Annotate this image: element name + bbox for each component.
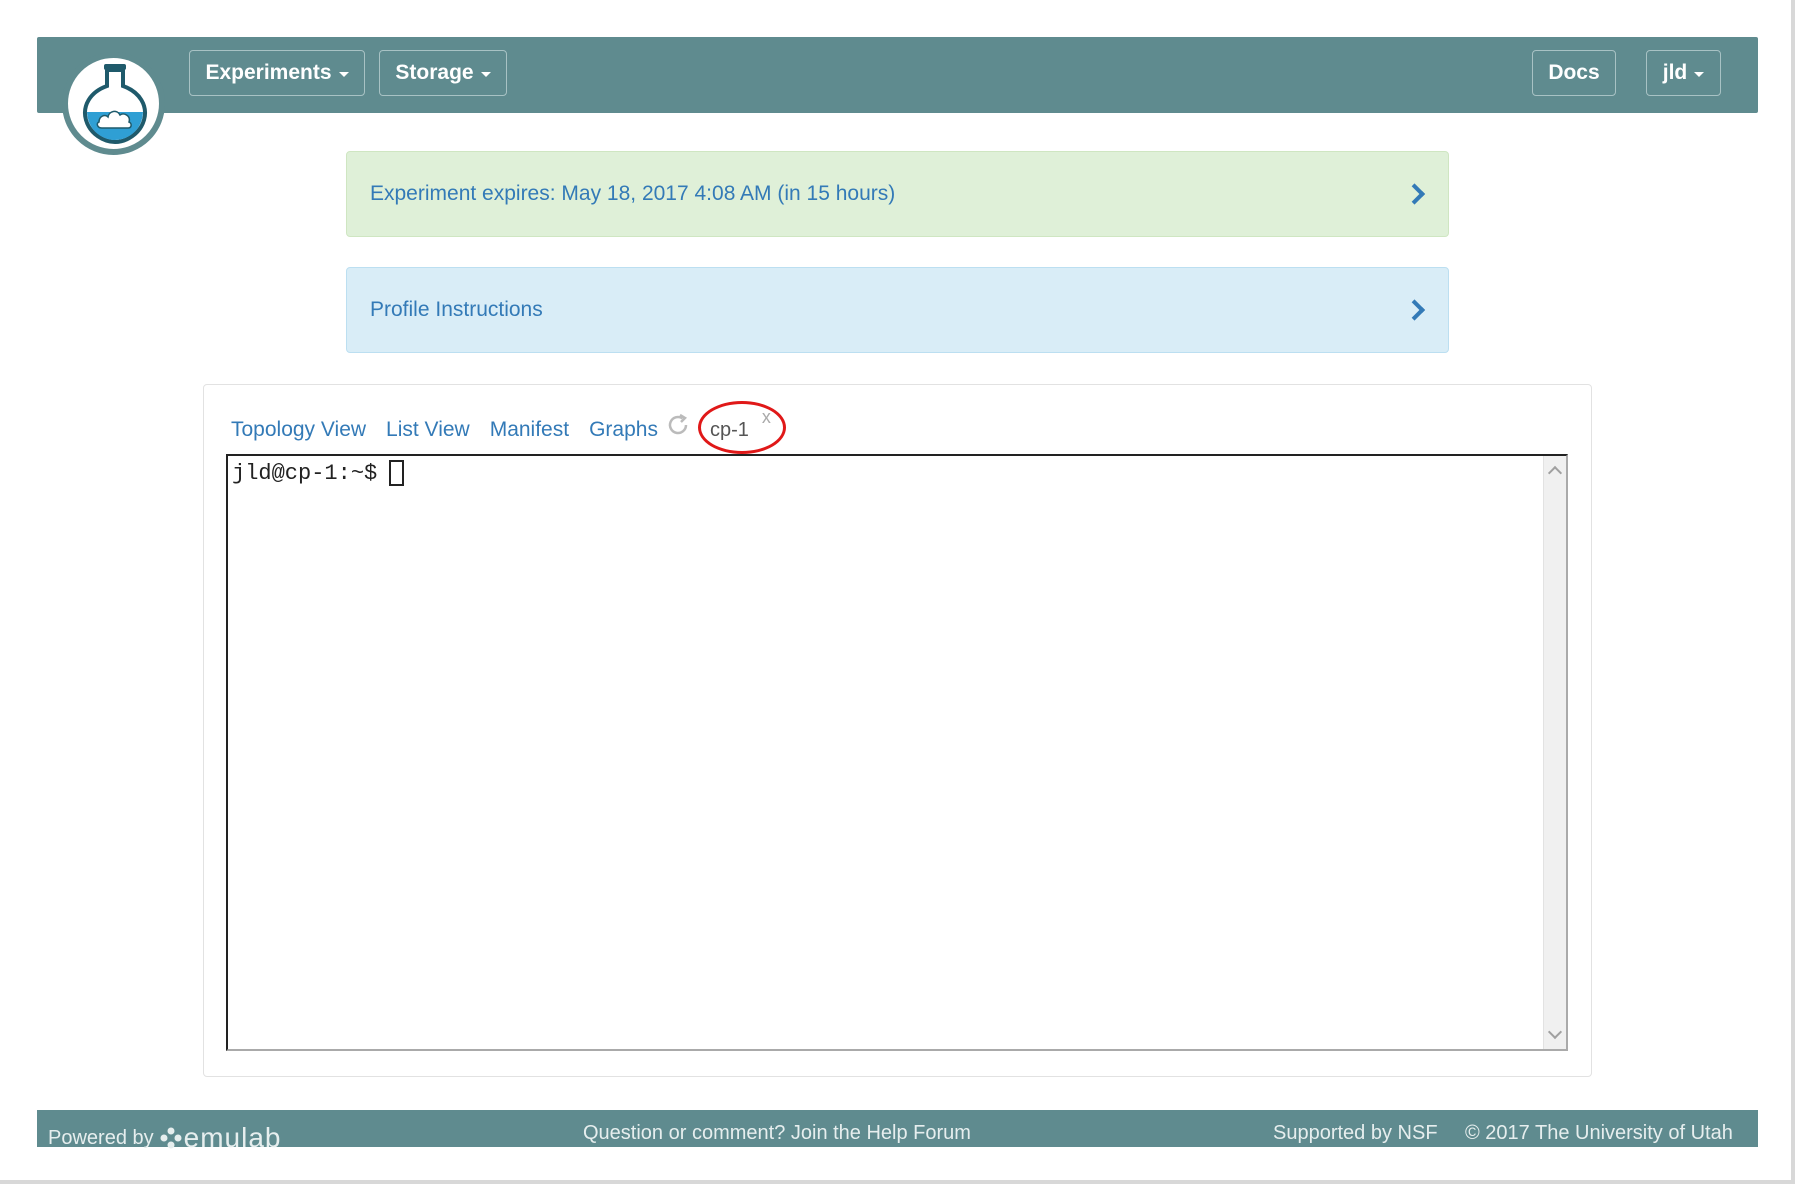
scroll-up-icon[interactable] [1547, 465, 1563, 481]
tab-list-view[interactable]: List View [386, 418, 470, 442]
profile-instructions-text: Profile Instructions [370, 298, 543, 321]
terminal-prompt: jld@cp-1:~$ [232, 460, 378, 486]
experiments-dropdown-button[interactable]: Experiments [189, 50, 365, 96]
terminal-scrollbar[interactable] [1543, 456, 1566, 1049]
tab-cp-1[interactable]: cp-1 x [700, 407, 771, 442]
powered-by: Powered by emulab [48, 1122, 281, 1154]
copyright-text: © 2017 The University of Utah [1465, 1122, 1733, 1144]
nsf-support-link[interactable]: Supported by NSF [1273, 1122, 1438, 1145]
terminal-console[interactable]: jld@cp-1:~$ [226, 454, 1568, 1051]
tab-topology-view[interactable]: Topology View [231, 418, 366, 442]
experiment-expires-panel[interactable]: Experiment expires: May 18, 2017 4:08 AM… [346, 151, 1449, 237]
help-forum-link[interactable]: Question or comment? Join the Help Forum [583, 1122, 971, 1145]
flask-cloud-icon [83, 64, 147, 145]
storage-label: Storage [395, 61, 474, 84]
caret-down-icon [1694, 72, 1705, 77]
chevron-right-icon [1403, 299, 1426, 321]
close-tab-icon[interactable]: x [762, 407, 771, 428]
browser-frame: Experiments Storage Docs jld Experiment … [0, 0, 1795, 1184]
terminal-prompt-line: jld@cp-1:~$ [232, 460, 405, 486]
powered-by-label: Powered by [48, 1126, 154, 1149]
page-footer: Powered by emulab Question or comment? J… [37, 1110, 1758, 1153]
terminal-cursor [389, 460, 405, 486]
scroll-down-icon[interactable] [1547, 1024, 1563, 1040]
storage-dropdown-button[interactable]: Storage [379, 50, 507, 96]
caret-down-icon [338, 72, 349, 77]
profile-instructions-panel[interactable]: Profile Instructions [346, 267, 1449, 353]
refresh-icon[interactable] [666, 413, 690, 437]
tab-graphs[interactable]: Graphs [589, 418, 658, 442]
view-tabs: Topology View List View Manifest Graphs … [231, 407, 771, 450]
site-logo[interactable] [62, 52, 165, 155]
chevron-right-icon [1403, 183, 1426, 205]
emulab-brand-text: emulab [183, 1122, 282, 1153]
tab-cp-1-label: cp-1 [709, 418, 749, 441]
emulab-flower-icon [160, 1127, 182, 1149]
user-menu-button[interactable]: jld [1646, 50, 1721, 96]
docs-button[interactable]: Docs [1532, 50, 1616, 96]
emulab-logo[interactable]: emulab [160, 1122, 282, 1154]
experiment-expires-text: Experiment expires: May 18, 2017 4:08 AM… [370, 182, 896, 205]
tab-manifest[interactable]: Manifest [490, 418, 569, 442]
caret-down-icon [480, 72, 491, 77]
user-label: jld [1662, 61, 1688, 84]
docs-label: Docs [1548, 61, 1600, 84]
experiments-label: Experiments [205, 61, 332, 84]
